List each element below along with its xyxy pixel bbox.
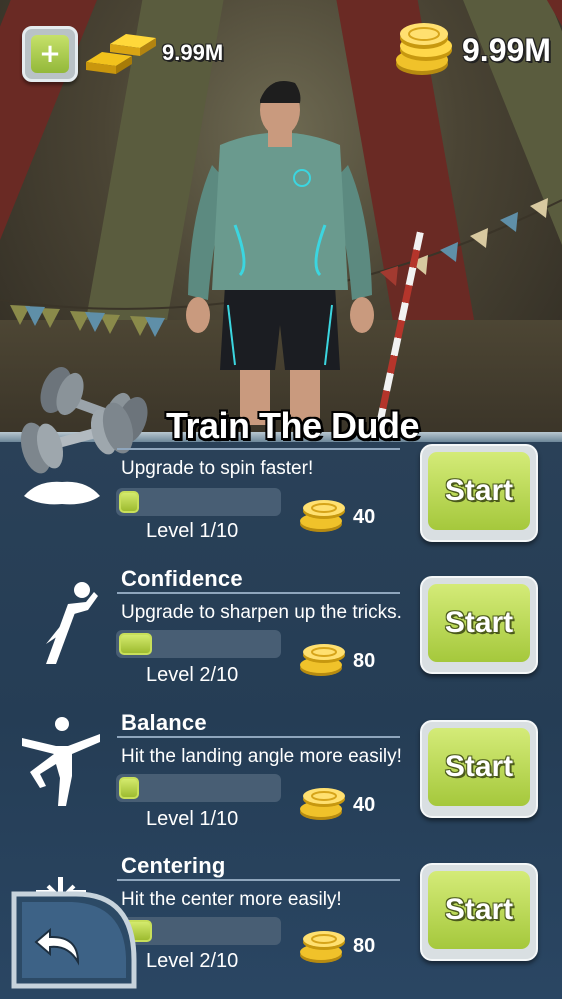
gold-bars-icon [86, 34, 156, 74]
skill-level: Level 2/10 [146, 950, 239, 972]
skill-row-spin: Upgrade to spin faster! Level 1/10 40 St… [0, 440, 562, 584]
skill-progress-fill [119, 777, 139, 799]
skill-title: Centering [121, 853, 226, 878]
skill-level: Level 2/10 [146, 664, 239, 686]
skill-cost: 80 [353, 650, 376, 672]
coin-icon [300, 931, 345, 963]
meditate-icon [24, 481, 100, 505]
start-button[interactable]: Start [420, 576, 538, 674]
skill-cost: 40 [353, 506, 376, 528]
add-currency-button[interactable]: + [22, 26, 78, 82]
one-leg-balance-icon [22, 717, 100, 806]
skill-cost: 40 [353, 794, 376, 816]
coin-icon [300, 644, 345, 676]
skill-progress-bar [116, 488, 281, 516]
start-button-label: Start [428, 728, 530, 806]
skill-progress-fill [119, 633, 152, 655]
skill-progress-bar [116, 917, 281, 945]
skill-row-confidence: Confidence Upgrade to sharpen up the tri… [0, 566, 562, 710]
dude-character [186, 81, 374, 425]
coin-stack-icon [396, 23, 452, 75]
skill-row-balance: Balance Hit the landing angle more easil… [0, 710, 562, 854]
skill-description: Upgrade to spin faster! [121, 458, 314, 479]
start-button-label: Start [428, 452, 530, 530]
skill-divider [117, 592, 400, 594]
skill-title: Balance [121, 710, 207, 735]
skill-level: Level 1/10 [146, 520, 239, 542]
start-button[interactable]: Start [420, 863, 538, 961]
skill-description: Upgrade to sharpen up the tricks. [121, 602, 402, 623]
start-button[interactable]: Start [420, 444, 538, 542]
coin-balance: 9.99M [462, 32, 551, 68]
start-button-label: Start [428, 871, 530, 949]
skill-description: Hit the landing angle more easily! [121, 746, 402, 767]
skill-progress-fill [119, 491, 139, 513]
plus-icon: + [31, 35, 69, 73]
start-button[interactable]: Start [420, 720, 538, 818]
skill-description: Hit the center more easily! [121, 889, 342, 910]
skill-divider [117, 879, 400, 881]
skill-progress-bar [116, 774, 281, 802]
skill-progress-bar [116, 630, 281, 658]
start-button-label: Start [428, 584, 530, 662]
gold-balance: 9.99M [162, 40, 224, 65]
back-button[interactable] [6, 890, 138, 990]
coin-icon [300, 500, 345, 532]
coin-icon [300, 788, 345, 820]
skill-level: Level 1/10 [146, 808, 239, 830]
skill-title: Confidence [121, 566, 243, 591]
superhero-icon [46, 582, 98, 664]
skill-divider [117, 736, 400, 738]
skill-divider [117, 448, 400, 450]
skill-cost: 80 [353, 935, 376, 957]
